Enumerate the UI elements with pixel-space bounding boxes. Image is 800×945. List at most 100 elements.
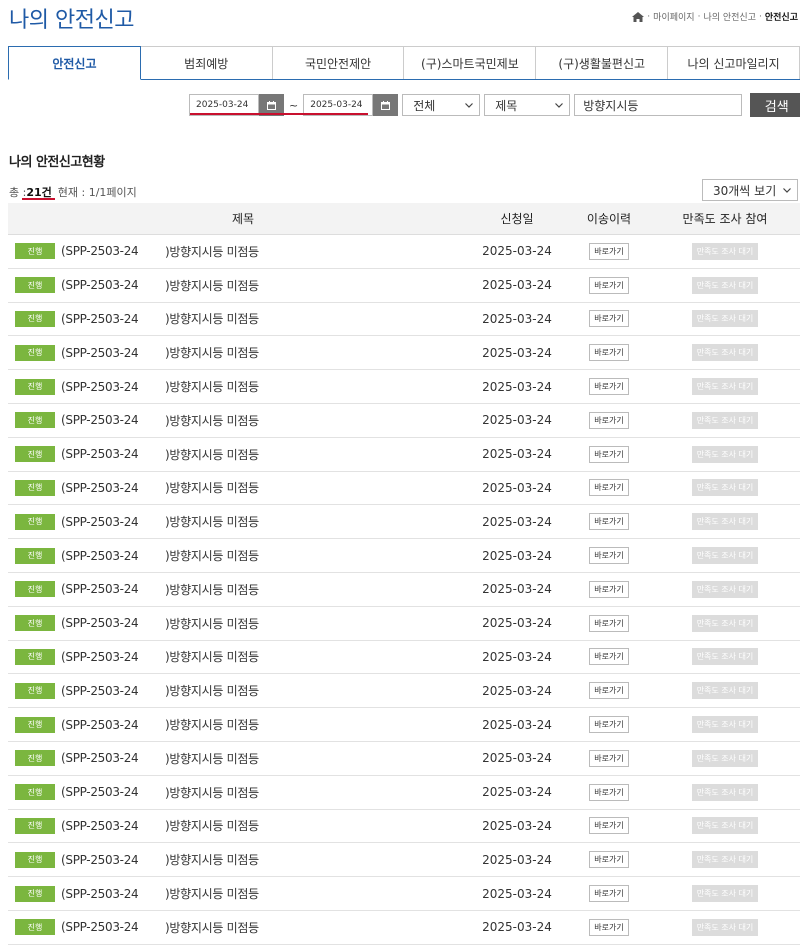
report-code[interactable]: (SPP-2503-24 <box>61 785 165 799</box>
report-subject[interactable]: )방향지시등 미점등 <box>165 784 259 801</box>
table-row[interactable]: 진행 (SPP-2503-24 )방향지시등 미점등 2025-03-24 바로… <box>8 877 800 911</box>
report-subject[interactable]: )방향지시등 미점등 <box>165 919 259 936</box>
table-row[interactable]: 진행 (SPP-2503-24 )방향지시등 미점등 2025-03-24 바로… <box>8 742 800 776</box>
transfer-history-button[interactable]: 바로가기 <box>589 851 629 869</box>
transfer-history-button[interactable]: 바로가기 <box>589 783 629 801</box>
report-code[interactable]: (SPP-2503-24 <box>61 751 165 765</box>
transfer-history-button[interactable]: 바로가기 <box>589 411 629 429</box>
table-row[interactable]: 진행 (SPP-2503-24 )방향지시등 미점등 2025-03-24 바로… <box>8 573 800 607</box>
end-calendar-button[interactable] <box>373 94 399 116</box>
report-code[interactable]: (SPP-2503-24 <box>61 278 165 292</box>
transfer-history-button[interactable]: 바로가기 <box>589 716 629 734</box>
report-subject[interactable]: )방향지시등 미점등 <box>165 412 259 429</box>
report-subject[interactable]: )방향지시등 미점등 <box>165 581 259 598</box>
transfer-history-button[interactable]: 바로가기 <box>589 242 629 260</box>
report-code[interactable]: (SPP-2503-24 <box>61 684 165 698</box>
transfer-history-button[interactable]: 바로가기 <box>589 885 629 903</box>
transfer-history-button[interactable]: 바로가기 <box>589 276 629 294</box>
report-subject[interactable]: )방향지시등 미점등 <box>165 378 259 395</box>
breadcrumb-mypage[interactable]: 마이페이지 <box>653 10 694 23</box>
report-code[interactable]: (SPP-2503-24 <box>61 380 165 394</box>
transfer-history-button[interactable]: 바로가기 <box>589 749 629 767</box>
table-row[interactable]: 진행 (SPP-2503-24 )방향지시등 미점등 2025-03-24 바로… <box>8 539 800 573</box>
report-subject[interactable]: )방향지시등 미점등 <box>165 243 259 260</box>
transfer-history-button[interactable]: 바로가기 <box>589 310 629 328</box>
report-subject[interactable]: )방향지시등 미점등 <box>165 277 259 294</box>
report-subject[interactable]: )방향지시등 미점등 <box>165 513 259 530</box>
table-row[interactable]: 진행 (SPP-2503-24 )방향지시등 미점등 2025-03-24 바로… <box>8 269 800 303</box>
table-row[interactable]: 진행 (SPP-2503-24 )방향지시등 미점등 2025-03-24 바로… <box>8 404 800 438</box>
report-code[interactable]: (SPP-2503-24 <box>61 582 165 596</box>
survey-status-button: 만족도 조사 대기 <box>692 783 758 801</box>
transfer-history-button[interactable]: 바로가기 <box>589 445 629 463</box>
report-subject[interactable]: )방향지시등 미점등 <box>165 648 259 665</box>
transfer-history-button[interactable]: 바로가기 <box>589 580 629 598</box>
report-subject[interactable]: )방향지시등 미점등 <box>165 479 259 496</box>
home-icon[interactable] <box>632 11 645 22</box>
report-code[interactable]: (SPP-2503-24 <box>61 515 165 529</box>
table-row[interactable]: 진행 (SPP-2503-24 )방향지시등 미점등 2025-03-24 바로… <box>8 438 800 472</box>
report-subject[interactable]: )방향지시등 미점등 <box>165 310 259 327</box>
table-row[interactable]: 진행 (SPP-2503-24 )방향지시등 미점등 2025-03-24 바로… <box>8 472 800 506</box>
transfer-history-button[interactable]: 바로가기 <box>589 479 629 497</box>
report-subject[interactable]: )방향지시등 미점등 <box>165 344 259 361</box>
report-code[interactable]: (SPP-2503-24 <box>61 718 165 732</box>
report-code[interactable]: (SPP-2503-24 <box>61 312 165 326</box>
tab-crime-prevention[interactable]: 범죄예방 <box>140 46 273 79</box>
table-row[interactable]: 진행 (SPP-2503-24 )방향지시등 미점등 2025-03-24 바로… <box>8 607 800 641</box>
report-code[interactable]: (SPP-2503-24 <box>61 616 165 630</box>
report-code[interactable]: (SPP-2503-24 <box>61 920 165 934</box>
tab-safety-report[interactable]: 안전신고 <box>8 46 141 80</box>
report-code[interactable]: (SPP-2503-24 <box>61 413 165 427</box>
search-button[interactable]: 검색 <box>750 93 800 117</box>
transfer-history-button[interactable]: 바로가기 <box>589 648 629 666</box>
report-subject[interactable]: )방향지시등 미점등 <box>165 547 259 564</box>
table-row[interactable]: 진행 (SPP-2503-24 )방향지시등 미점등 2025-03-24 바로… <box>8 336 800 371</box>
report-subject[interactable]: )방향지시등 미점등 <box>165 817 259 834</box>
field-select[interactable]: 제목 <box>484 94 571 116</box>
table-row[interactable]: 진행 (SPP-2503-24 )방향지시등 미점등 2025-03-24 바로… <box>8 843 800 878</box>
report-code[interactable]: (SPP-2503-24 <box>61 447 165 461</box>
category-select[interactable]: 전체 <box>402 94 481 116</box>
transfer-history-button[interactable]: 바로가기 <box>589 918 629 936</box>
table-row[interactable]: 진행 (SPP-2503-24 )방향지시등 미점등 2025-03-24 바로… <box>8 776 800 810</box>
report-code[interactable]: (SPP-2503-24 <box>61 244 165 258</box>
report-code[interactable]: (SPP-2503-24 <box>61 650 165 664</box>
per-page-select[interactable]: 30개씩 보기 <box>702 179 798 201</box>
report-subject[interactable]: )방향지시등 미점등 <box>165 446 259 463</box>
tab-public-safety-proposal[interactable]: 국민안전제안 <box>272 46 405 79</box>
table-row[interactable]: 진행 (SPP-2503-24 )방향지시등 미점등 2025-03-24 바로… <box>8 674 800 709</box>
transfer-history-button[interactable]: 바로가기 <box>589 817 629 835</box>
transfer-history-button[interactable]: 바로가기 <box>589 682 629 700</box>
table-row[interactable]: 진행 (SPP-2503-24 )방향지시등 미점등 2025-03-24 바로… <box>8 505 800 540</box>
table-row[interactable]: 진행 (SPP-2503-24 )방향지시등 미점등 2025-03-24 바로… <box>8 641 800 675</box>
report-subject[interactable]: )방향지시등 미점등 <box>165 851 259 868</box>
report-code[interactable]: (SPP-2503-24 <box>61 549 165 563</box>
table-row[interactable]: 진행 (SPP-2503-24 )방향지시등 미점등 2025-03-24 바로… <box>8 370 800 404</box>
tab-report-mileage[interactable]: 나의 신고마일리지 <box>668 46 800 79</box>
report-subject[interactable]: )방향지시등 미점등 <box>165 615 259 632</box>
report-subject[interactable]: )방향지시등 미점등 <box>165 885 259 902</box>
transfer-history-button[interactable]: 바로가기 <box>589 378 629 396</box>
report-subject[interactable]: )방향지시등 미점등 <box>165 682 259 699</box>
tab-daily-inconvenience[interactable]: (구)생활불편신고 <box>536 46 669 79</box>
report-code[interactable]: (SPP-2503-24 <box>61 887 165 901</box>
transfer-history-button[interactable]: 바로가기 <box>589 614 629 632</box>
report-subject[interactable]: )방향지시등 미점등 <box>165 716 259 733</box>
table-row[interactable]: 진행 (SPP-2503-24 )방향지시등 미점등 2025-03-24 바로… <box>8 235 800 269</box>
report-code[interactable]: (SPP-2503-24 <box>61 481 165 495</box>
table-row[interactable]: 진행 (SPP-2503-24 )방향지시등 미점등 2025-03-24 바로… <box>8 303 800 337</box>
report-code[interactable]: (SPP-2503-24 <box>61 346 165 360</box>
report-code[interactable]: (SPP-2503-24 <box>61 819 165 833</box>
report-code[interactable]: (SPP-2503-24 <box>61 853 165 867</box>
transfer-history-button[interactable]: 바로가기 <box>589 513 629 531</box>
transfer-history-button[interactable]: 바로가기 <box>589 344 629 362</box>
breadcrumb-my-safety-report[interactable]: 나의 안전신고 <box>703 10 756 23</box>
table-row[interactable]: 진행 (SPP-2503-24 )방향지시등 미점등 2025-03-24 바로… <box>8 911 800 945</box>
keyword-input[interactable] <box>574 94 743 116</box>
tab-smart-citizen-report[interactable]: (구)스마트국민제보 <box>404 46 537 79</box>
transfer-history-button[interactable]: 바로가기 <box>589 547 629 565</box>
report-subject[interactable]: )방향지시등 미점등 <box>165 750 259 767</box>
table-row[interactable]: 진행 (SPP-2503-24 )방향지시등 미점등 2025-03-24 바로… <box>8 810 800 844</box>
table-row[interactable]: 진행 (SPP-2503-24 )방향지시등 미점등 2025-03-24 바로… <box>8 708 800 742</box>
